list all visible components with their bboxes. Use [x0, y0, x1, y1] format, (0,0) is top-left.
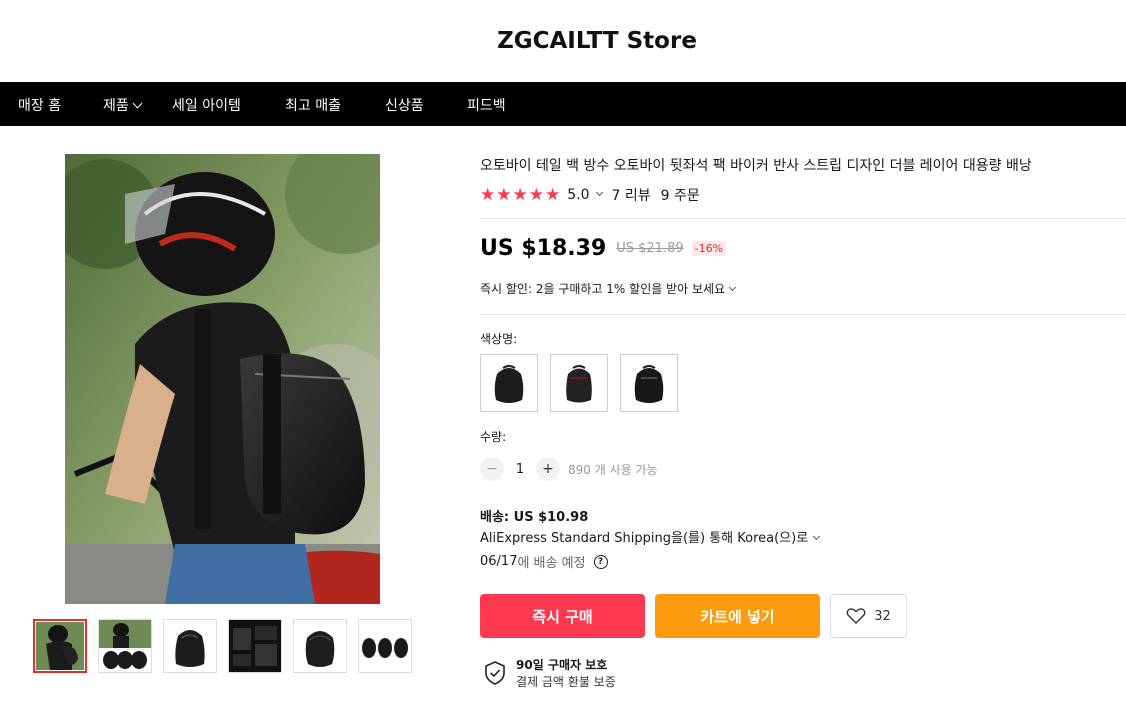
buy-now-button[interactable]: 즉시 구매: [480, 594, 645, 638]
main-product-image[interactable]: [65, 154, 380, 604]
nav-item-top-selling[interactable]: 최고 매출: [285, 95, 341, 115]
bag-swatch-icon: [634, 365, 664, 403]
delivery-estimate: 06/17 에 배송 예정 ?: [480, 552, 608, 571]
quantity-decrease-button[interactable]: −: [480, 457, 504, 481]
rider-photo-thumb-icon: [36, 622, 84, 670]
star-icon: ★: [545, 184, 561, 205]
rating-stars: ★ ★ ★ ★ ★: [480, 184, 561, 205]
bag-side-thumb-icon: [305, 631, 335, 667]
shield-check-icon: [485, 661, 505, 685]
thumbnail-6[interactable]: [358, 619, 412, 673]
color-swatch-2[interactable]: [550, 354, 608, 412]
product-info: 오토바이 테일 백 방수 오토바이 뒷좌석 팩 바이커 반사 스트립 디자인 더…: [480, 0, 1126, 701]
divider: [480, 218, 1126, 219]
instant-discount[interactable]: 즉시 할인: 2을 구매하고 1% 할인을 받아 보세요: [480, 280, 745, 297]
star-icon: ★: [528, 184, 544, 205]
bag-trio-thumb-icon: [362, 638, 408, 658]
thumbnail-strip: [33, 619, 423, 673]
divider: [480, 314, 1126, 315]
color-swatches: [480, 354, 690, 412]
star-icon: ★: [496, 184, 512, 205]
thumbnail-2[interactable]: [98, 619, 152, 673]
discount-badge: -16%: [691, 241, 727, 256]
heart-icon: [846, 608, 866, 624]
thumbnail-3[interactable]: [163, 619, 217, 673]
thumbnail-4[interactable]: [228, 619, 282, 673]
nav-item-store-home[interactable]: 매장 홈: [18, 95, 61, 115]
product-title: 오토바이 테일 백 방수 오토바이 뒷좌석 팩 바이커 반사 스트립 디자인 더…: [480, 158, 1032, 174]
rating-value[interactable]: 5.0: [567, 187, 589, 203]
add-to-cart-button[interactable]: 카트에 넣기: [655, 594, 820, 638]
star-icon: ★: [480, 184, 496, 205]
buyer-protection[interactable]: 90일 구매자 보호 결제 금액 환불 보증: [484, 656, 616, 690]
chevron-down-icon: [729, 283, 737, 292]
original-price: US $21.89: [616, 241, 684, 256]
color-label: 색상명:: [480, 332, 518, 346]
nav-item-sale[interactable]: 세일 아이템: [172, 95, 241, 115]
wishlist-count: 32: [874, 608, 891, 624]
delivery-suffix: 에 배송 예정: [517, 556, 586, 571]
shipping-method[interactable]: AliExpress Standard Shipping을(를) 통해 Kore…: [480, 527, 829, 546]
quantity-value[interactable]: 1: [504, 462, 536, 477]
review-count[interactable]: 7 리뷰: [612, 185, 651, 205]
help-icon[interactable]: ?: [593, 554, 608, 569]
bag-detail-thumb-icon: [229, 620, 281, 672]
available-stock: 890 개 사용 가능: [568, 462, 658, 477]
thumbnail-5[interactable]: [293, 619, 347, 673]
star-icon: ★: [512, 184, 528, 205]
wishlist-button[interactable]: 32: [830, 594, 907, 638]
protection-subtitle: 결제 금액 환불 보증: [516, 675, 616, 689]
chevron-down-icon[interactable]: [595, 188, 603, 196]
quantity-increase-button[interactable]: +: [536, 457, 560, 481]
bag-swatch-icon: [494, 365, 524, 403]
chevron-down-icon: [813, 532, 821, 541]
nav-item-products[interactable]: 제품: [103, 95, 143, 115]
color-swatch-3[interactable]: [620, 354, 678, 412]
shipping-cost: 배송: US $10.98: [480, 510, 589, 525]
chevron-down-icon: [132, 98, 143, 109]
quantity-stepper: − 1 + 890 개 사용 가능: [480, 457, 658, 481]
bag-front-thumb-icon: [175, 630, 205, 667]
protection-title: 90일 구매자 보호: [516, 658, 608, 672]
order-count: 9 주문: [660, 188, 700, 204]
rider-bags-thumb-icon: [99, 620, 151, 669]
thumbnail-1[interactable]: [33, 619, 87, 673]
rating-row: ★ ★ ★ ★ ★ 5.0 7 리뷰 9 주문: [480, 185, 700, 205]
nav-item-new-arrivals[interactable]: 신상품: [385, 95, 424, 115]
color-swatch-1[interactable]: [480, 354, 538, 412]
quantity-label: 수량:: [480, 430, 507, 444]
current-price: US $18.39: [480, 236, 607, 261]
price-row: US $18.39 US $21.89 -16%: [480, 236, 727, 261]
bag-swatch-icon: [566, 365, 592, 403]
delivery-date: 06/17: [480, 554, 518, 569]
